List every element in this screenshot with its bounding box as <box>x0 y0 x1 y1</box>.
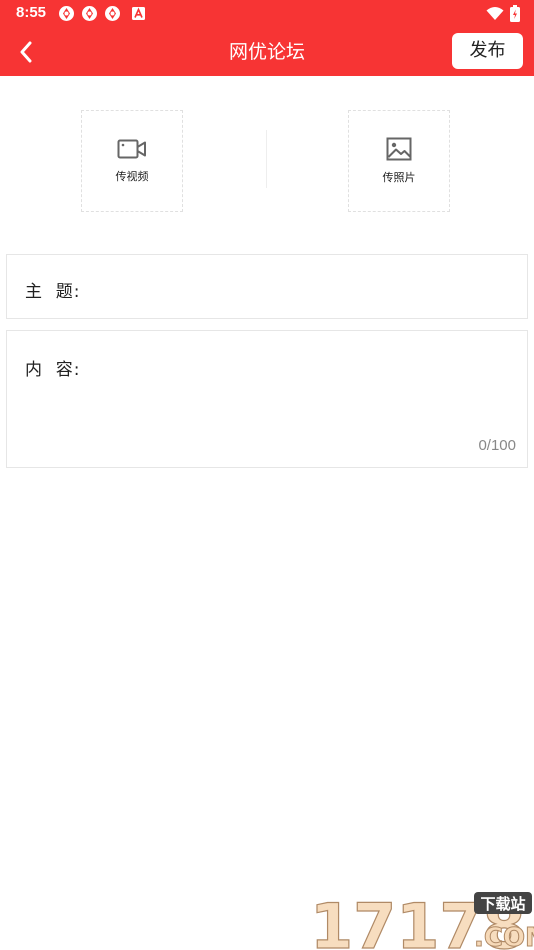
video-camera-icon <box>117 139 146 159</box>
system-icons <box>486 5 520 22</box>
subject-label: 主 题: <box>25 282 81 302</box>
notification-icons <box>58 5 146 22</box>
status-time: 8:55 <box>16 4 47 21</box>
notification-app-icon <box>59 6 74 21</box>
notification-a-icon <box>132 7 145 20</box>
subject-field: 主 题: <box>6 254 528 319</box>
content-field: 内 容: 0/100 <box>6 330 528 468</box>
content-label: 内 容: <box>25 360 81 380</box>
notification-app-icon <box>82 6 97 21</box>
app-bar: 网优论坛 发布 <box>0 28 534 76</box>
status-bar: 8:55 <box>0 0 534 28</box>
notification-app-icon <box>105 6 120 21</box>
char-counter: 0/100 <box>478 437 516 454</box>
wifi-icon <box>486 7 504 20</box>
watermark-badge: 下载站 <box>480 895 525 913</box>
watermark-domain: .COM <box>474 923 534 950</box>
site-watermark-logo: 17178 下载站 .COM <box>310 889 534 950</box>
upload-video-label: 传视频 <box>115 170 149 183</box>
publish-button[interactable]: 发布 <box>452 33 523 69</box>
subject-input[interactable] <box>99 273 513 303</box>
content-input[interactable] <box>99 351 513 435</box>
back-button[interactable] <box>8 34 44 70</box>
upload-video-button[interactable]: 传视频 <box>81 110 183 212</box>
upload-photo-button[interactable]: 传照片 <box>348 110 450 212</box>
chevron-left-icon <box>20 41 32 63</box>
upload-divider <box>266 130 267 188</box>
battery-charging-icon <box>510 5 520 22</box>
upload-photo-label: 传照片 <box>382 171 416 184</box>
image-icon <box>386 137 412 161</box>
